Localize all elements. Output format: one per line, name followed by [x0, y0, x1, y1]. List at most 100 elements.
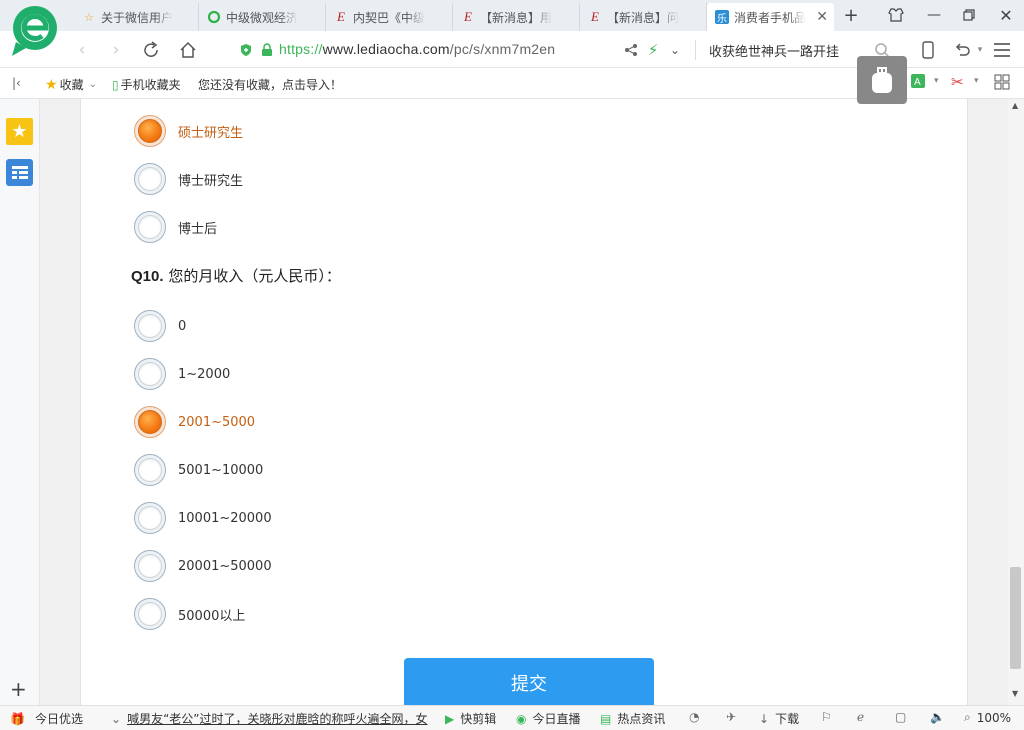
- question-title: Q10. 您的月收入（元人民币）：: [131, 265, 341, 286]
- submit-button[interactable]: 提交: [404, 658, 654, 705]
- news-icon: ▤: [600, 711, 612, 726]
- income-option-1[interactable]: 1~2000: [134, 357, 230, 391]
- scroll-thumb[interactable]: [1010, 567, 1021, 669]
- radio-button[interactable]: [134, 550, 166, 582]
- back-button[interactable]: ‹: [70, 38, 94, 62]
- tab-1[interactable]: 中级微观经济: [199, 3, 326, 31]
- news-ticker[interactable]: ⌄ 喊男友“老公”过时了，关晓彤对鹿晗的称呼火遍全网，女: [111, 710, 441, 727]
- lightning-icon[interactable]: ⚡: [641, 38, 665, 62]
- radio-button[interactable]: [134, 502, 166, 534]
- download-link[interactable]: ↓ 下载: [759, 710, 799, 727]
- refresh-button[interactable]: [139, 38, 163, 62]
- radio-button[interactable]: [134, 211, 166, 243]
- tab-5-active[interactable]: 乐 消费者手机品 ✕: [707, 3, 834, 31]
- radio-button[interactable]: [134, 358, 166, 390]
- menu-icon[interactable]: [990, 38, 1014, 62]
- share-icon[interactable]: [619, 38, 643, 62]
- income-option-5[interactable]: 20001~50000: [134, 549, 272, 583]
- window-icon[interactable]: ▢: [895, 710, 906, 724]
- search-logo-icon: [207, 10, 221, 24]
- mobile-bookmarks-link[interactable]: ▯ 手机收藏夹: [112, 76, 181, 93]
- reader-sidebar-icon[interactable]: [6, 159, 33, 186]
- favorites-sidebar-icon[interactable]: ★: [6, 118, 33, 145]
- zoom-control[interactable]: ⌕ 100%: [964, 710, 1011, 725]
- video-icon: ▶: [445, 711, 455, 726]
- vertical-scrollbar[interactable]: ▲ ▼: [1008, 99, 1024, 705]
- chevron-down-icon: ⌄: [111, 711, 122, 726]
- tab-label: 【新消息】问: [607, 10, 680, 25]
- speed-icon[interactable]: ◔: [689, 710, 699, 724]
- search-hint[interactable]: 收获绝世神兵一路开挂: [709, 41, 839, 60]
- favorites-label: 收藏: [59, 78, 84, 92]
- chevron-down-icon[interactable]: ▾: [934, 76, 939, 86]
- forward-button[interactable]: ›: [104, 38, 128, 62]
- option-label: 2001~5000: [178, 414, 256, 430]
- income-option-0[interactable]: 0: [134, 309, 186, 343]
- radio-button[interactable]: [134, 454, 166, 486]
- option-phd[interactable]: 博士研究生: [134, 162, 243, 196]
- quick-edit-label: 快剪辑: [460, 712, 497, 726]
- flag-icon[interactable]: ⚐: [821, 710, 832, 724]
- radio-dot: [138, 458, 162, 482]
- radio-button[interactable]: [134, 406, 166, 438]
- tab-4[interactable]: E 【新消息】问: [580, 3, 707, 31]
- lock-icon[interactable]: [255, 38, 279, 62]
- chevron-down-icon[interactable]: ▾: [968, 38, 992, 62]
- today-pick-link[interactable]: 🎁 今日优选: [10, 710, 83, 727]
- income-option-4[interactable]: 10001~20000: [134, 501, 272, 535]
- mobile-icon[interactable]: [916, 38, 940, 62]
- close-window-button[interactable]: ✕: [994, 4, 1018, 26]
- option-postdoc[interactable]: 博士后: [134, 210, 217, 244]
- hot-news-label: 热点资讯: [617, 712, 666, 726]
- radio-button[interactable]: [134, 115, 166, 147]
- live-link[interactable]: ◉ 今日直播: [516, 710, 581, 727]
- apps-grid-icon[interactable]: [994, 74, 1010, 90]
- income-option-6[interactable]: 50000以上: [134, 597, 245, 631]
- quick-edit-link[interactable]: ▶ 快剪辑: [445, 710, 496, 727]
- browser-logo-icon[interactable]: [10, 4, 60, 59]
- hot-news-link[interactable]: ▤ 热点资讯: [600, 710, 665, 727]
- radio-button[interactable]: [134, 598, 166, 630]
- tab-3[interactable]: E 【新消息】用: [453, 3, 580, 31]
- radio-dot: [138, 602, 162, 626]
- news-text: 喊男友“老公”过时了，关晓彤对鹿晗的称呼火遍全网，女: [127, 712, 428, 726]
- tab-0[interactable]: ☆ 关于微信用户: [74, 3, 199, 31]
- income-option-3[interactable]: 5001~10000: [134, 453, 263, 487]
- collapse-sidebar-icon[interactable]: |‹: [12, 76, 21, 90]
- chevron-down-icon[interactable]: ⌄: [663, 38, 687, 62]
- import-bookmarks-link[interactable]: 您还没有收藏，点击导入！: [198, 76, 342, 93]
- scroll-down-icon[interactable]: ▼: [1012, 689, 1018, 698]
- add-sidebar-icon[interactable]: +: [10, 677, 27, 701]
- option-label: 硕士研究生: [178, 125, 244, 141]
- skin-icon[interactable]: [884, 4, 908, 26]
- radio-dot: [138, 554, 162, 578]
- tab-label: 消费者手机品: [734, 10, 807, 25]
- e-logo-icon: E: [337, 9, 345, 24]
- home-button[interactable]: [176, 38, 200, 62]
- income-option-2[interactable]: 2001~5000: [134, 405, 255, 439]
- e-logo-icon: E: [464, 9, 472, 24]
- scroll-up-icon[interactable]: ▲: [1012, 101, 1018, 110]
- restore-button[interactable]: [957, 4, 981, 26]
- minimize-button[interactable]: —: [922, 4, 946, 26]
- usb-device-icon[interactable]: [857, 56, 907, 104]
- tab-2[interactable]: E 内契巴《中级: [326, 3, 453, 31]
- favorites-menu[interactable]: ★ 收藏 ⌄: [45, 76, 97, 93]
- close-tab-icon[interactable]: ✕: [816, 9, 828, 25]
- radio-button[interactable]: [134, 310, 166, 342]
- chevron-down-icon: ⌄: [88, 79, 97, 90]
- tab-label: 【新消息】用: [480, 10, 553, 25]
- volume-icon[interactable]: 🔈: [930, 710, 945, 724]
- ie-icon[interactable]: ℯ: [857, 710, 864, 724]
- screenshot-scissors-icon[interactable]: ✂: [951, 73, 964, 91]
- pin-icon[interactable]: ✈: [726, 710, 736, 724]
- translate-icon[interactable]: A: [910, 73, 930, 93]
- mobile-icon: ▯: [112, 77, 119, 92]
- radio-button[interactable]: [134, 163, 166, 195]
- radio-dot: [138, 410, 162, 434]
- url-field[interactable]: https://www.lediaocha.com/pc/s/xnm7m2en: [279, 41, 555, 57]
- new-tab-button[interactable]: +: [839, 4, 863, 26]
- chevron-down-icon[interactable]: ▾: [974, 76, 979, 86]
- option-master[interactable]: 硕士研究生: [134, 114, 243, 148]
- url-host: www.lediaocha.com: [322, 41, 450, 57]
